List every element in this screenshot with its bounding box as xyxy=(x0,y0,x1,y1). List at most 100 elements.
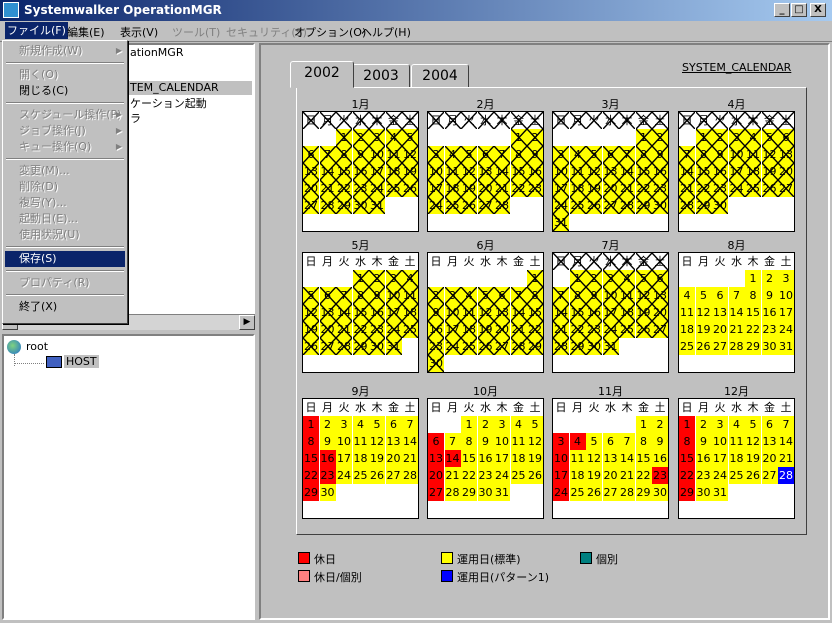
calendar-day[interactable]: 12 xyxy=(745,433,761,450)
menu-item-6[interactable]: ジョブ操作(J) ▶ xyxy=(5,123,125,139)
calendar-day[interactable]: 31 xyxy=(553,214,569,231)
calendar-day[interactable]: 2 xyxy=(477,416,494,433)
calendar-day[interactable]: 22 xyxy=(461,467,477,484)
tree-item[interactable]: ケーション起動 xyxy=(130,95,207,111)
calendar-day[interactable]: 30 xyxy=(428,355,444,372)
calendar-day[interactable]: 9 xyxy=(586,287,602,304)
calendar-day[interactable]: 30 xyxy=(712,197,728,214)
tab-2003[interactable]: 2003 xyxy=(352,64,410,88)
calendar-day[interactable]: 14 xyxy=(319,163,336,180)
calendar-day[interactable]: 23 xyxy=(652,180,668,197)
calendar-day[interactable]: 16 xyxy=(761,304,778,321)
calendar-day[interactable]: 5 xyxy=(635,270,652,287)
calendar-day[interactable]: 6 xyxy=(494,287,510,304)
minimize-button[interactable]: _ xyxy=(774,3,790,17)
calendar-day[interactable]: 29 xyxy=(527,338,543,355)
tree-root[interactable]: root xyxy=(26,340,48,353)
calendar-day[interactable]: 24 xyxy=(494,467,510,484)
calendar-day[interactable]: 8 xyxy=(510,146,527,163)
calendar-day[interactable]: 19 xyxy=(761,163,778,180)
calendar-day[interactable]: 27 xyxy=(494,338,510,355)
calendar-day[interactable]: 11 xyxy=(569,163,586,180)
calendar-day[interactable]: 26 xyxy=(527,467,543,484)
calendar-day[interactable]: 11 xyxy=(679,304,695,321)
calendar-day[interactable]: 21 xyxy=(553,321,569,338)
calendar-day[interactable]: 28 xyxy=(728,338,745,355)
calendar-day[interactable]: 21 xyxy=(402,450,418,467)
calendar-day[interactable]: 17 xyxy=(778,304,794,321)
calendar-day[interactable]: 28 xyxy=(402,467,418,484)
calendar-day[interactable]: 20 xyxy=(428,467,444,484)
calendar-day[interactable]: 10 xyxy=(712,433,728,450)
calendar-day[interactable]: 27 xyxy=(319,338,336,355)
calendar-day[interactable]: 5 xyxy=(695,287,712,304)
calendar-day[interactable]: 27 xyxy=(385,467,402,484)
calendar-day[interactable]: 15 xyxy=(461,450,477,467)
calendar-day[interactable]: 27 xyxy=(303,197,319,214)
calendar-day[interactable]: 16 xyxy=(652,163,668,180)
calendar-day[interactable]: 13 xyxy=(652,287,668,304)
calendar-day[interactable]: 20 xyxy=(761,450,778,467)
calendar-day[interactable]: 9 xyxy=(352,146,369,163)
calendar-day[interactable]: 4 xyxy=(444,146,461,163)
calendar-day[interactable]: 24 xyxy=(553,484,569,501)
calendar-day[interactable]: 11 xyxy=(461,304,477,321)
calendar-day[interactable]: 30 xyxy=(319,484,336,501)
calendar-day[interactable]: 7 xyxy=(619,433,635,450)
tab-2002[interactable]: 2002 xyxy=(290,61,354,88)
calendar-day[interactable]: 5 xyxy=(303,287,319,304)
calendar-day[interactable]: 17 xyxy=(369,163,385,180)
calendar-day[interactable]: 28 xyxy=(553,338,569,355)
calendar-day[interactable]: 3 xyxy=(553,433,569,450)
calendar-day[interactable]: 20 xyxy=(494,321,510,338)
calendar-day[interactable]: 14 xyxy=(494,163,510,180)
menu-item-15[interactable]: 保存(S) xyxy=(5,251,125,267)
calendar-day[interactable]: 15 xyxy=(352,304,369,321)
calendar-day[interactable]: 21 xyxy=(336,321,352,338)
calendar-day[interactable]: 25 xyxy=(461,338,477,355)
calendar-day[interactable]: 19 xyxy=(303,321,319,338)
calendar-day[interactable]: 16 xyxy=(527,163,543,180)
calendar-day[interactable]: 26 xyxy=(635,321,652,338)
calendar-day[interactable]: 18 xyxy=(385,163,402,180)
calendar-day[interactable]: 8 xyxy=(695,146,712,163)
calendar-day[interactable]: 8 xyxy=(679,433,695,450)
calendar-day[interactable]: 3 xyxy=(602,270,619,287)
calendar-day[interactable]: 23 xyxy=(369,321,385,338)
calendar-day[interactable]: 14 xyxy=(778,433,794,450)
calendar-day[interactable]: 6 xyxy=(652,270,668,287)
calendar-day[interactable]: 20 xyxy=(652,304,668,321)
calendar-day[interactable]: 7 xyxy=(778,416,794,433)
calendar-day[interactable]: 1 xyxy=(695,129,712,146)
calendar-day[interactable]: 20 xyxy=(385,450,402,467)
calendar-day[interactable]: 29 xyxy=(695,197,712,214)
calendar-day[interactable]: 15 xyxy=(635,450,652,467)
calendar-day[interactable]: 10 xyxy=(602,287,619,304)
calendar-day[interactable]: 28 xyxy=(510,338,527,355)
calendar-day[interactable]: 7 xyxy=(619,146,635,163)
calendar-day[interactable]: 30 xyxy=(586,338,602,355)
calendar-day[interactable]: 21 xyxy=(319,180,336,197)
calendar-day[interactable]: 6 xyxy=(319,287,336,304)
calendar-day[interactable]: 17 xyxy=(428,180,444,197)
calendar-day[interactable]: 3 xyxy=(428,146,444,163)
menu-6[interactable]: ヘルプ(H) xyxy=(361,24,411,40)
calendar-day[interactable]: 11 xyxy=(402,287,418,304)
calendar-day[interactable]: 29 xyxy=(569,338,586,355)
calendar-day[interactable]: 7 xyxy=(336,287,352,304)
calendar-day[interactable]: 26 xyxy=(477,338,494,355)
calendar-day[interactable]: 13 xyxy=(319,304,336,321)
tree-item[interactable]: TEM_CALENDAR xyxy=(130,81,219,94)
calendar-day[interactable]: 13 xyxy=(712,304,728,321)
calendar-day[interactable]: 1 xyxy=(461,416,477,433)
calendar-day[interactable]: 10 xyxy=(553,450,569,467)
calendar-day[interactable]: 16 xyxy=(428,321,444,338)
calendar-day[interactable]: 21 xyxy=(679,180,695,197)
maximize-button[interactable]: □ xyxy=(791,3,807,17)
calendar-day[interactable]: 1 xyxy=(510,129,527,146)
calendar-day[interactable]: 23 xyxy=(527,180,543,197)
calendar-day[interactable]: 12 xyxy=(402,146,418,163)
host-tree-pane[interactable]: root HOST xyxy=(2,334,255,620)
calendar-day[interactable]: 24 xyxy=(602,321,619,338)
calendar-day[interactable]: 15 xyxy=(303,450,319,467)
